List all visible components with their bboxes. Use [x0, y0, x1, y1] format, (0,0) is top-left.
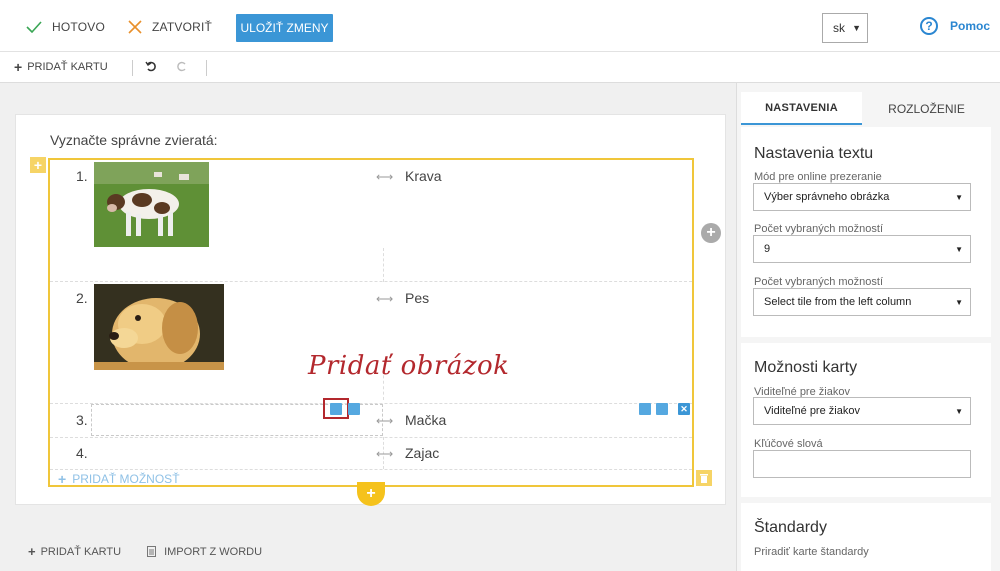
section-title: Nastavenia textu	[754, 145, 874, 162]
dog-picture	[94, 284, 224, 370]
pair-arrow-icon: ⟷	[376, 170, 394, 184]
add-card-button[interactable]: + PRIDAŤ KARTU	[14, 59, 108, 75]
field-label: Počet vybraných možností	[754, 223, 884, 235]
select-value: 9	[764, 243, 771, 255]
save-changes-button[interactable]: ULOŽIŤ ZMENY	[236, 14, 333, 42]
chevron-down-icon: ▼	[852, 23, 861, 33]
answer-text[interactable]: Krava	[405, 168, 442, 184]
answer-text[interactable]: Zajac	[405, 445, 439, 461]
divider	[206, 60, 207, 76]
divider	[132, 60, 133, 76]
undo-icon	[145, 61, 156, 72]
card-options-section: Možnosti karty Viditeľné pre žiakov Vidi…	[741, 343, 991, 497]
question-text[interactable]: Vyznačte správne zvieratá:	[50, 132, 218, 148]
editor-toolbar: + PRIDAŤ KARTU	[0, 52, 1000, 83]
top-bar: HOTOVO ZATVORIŤ ULOŽIŤ ZMENY sk ▼ ? Pomo…	[0, 0, 1000, 52]
add-option-label: PRIDAŤ MOŽNOSŤ	[72, 472, 180, 486]
import-word-button[interactable]: IMPORT Z WORDU	[164, 546, 262, 558]
row-number: 3.	[76, 412, 88, 428]
close-button[interactable]: ZATVORIŤ	[128, 16, 212, 38]
remove-icon[interactable]: ✕	[678, 403, 690, 415]
help-icon: ?	[920, 17, 938, 35]
select-value: Select tile from the left column	[764, 296, 912, 308]
row-divider	[50, 281, 692, 282]
tab-layout[interactable]: ROZLOŽENIE	[862, 92, 991, 125]
field-label: Kľúčové slová	[754, 438, 823, 450]
pair-arrow-icon: ⟷	[376, 414, 394, 428]
language-select[interactable]: sk ▼	[822, 13, 868, 43]
pair-arrow-icon: ⟷	[376, 292, 394, 306]
undo-button[interactable]	[145, 60, 157, 75]
done-button[interactable]: HOTOVO	[26, 16, 105, 38]
tab-settings[interactable]: NASTAVENIA	[741, 92, 862, 125]
standards-section: Štandardy Priradiť karte štandardy	[741, 503, 991, 571]
document-icon	[147, 546, 157, 557]
chevron-down-icon: ▼	[955, 245, 963, 254]
close-label: ZATVORIŤ	[152, 20, 213, 34]
select-value: Výber správneho obrázka	[764, 191, 890, 203]
add-image-icon[interactable]	[639, 403, 651, 415]
plus-icon: +	[58, 471, 67, 487]
view-mode-select[interactable]: Výber správneho obrázka ▼	[753, 183, 971, 211]
card-add-corner-icon[interactable]: +	[30, 157, 46, 173]
field-label: Počet vybraných možností	[754, 276, 884, 288]
section-title: Možnosti karty	[754, 359, 858, 376]
edit-pencil-icon[interactable]	[348, 403, 360, 415]
done-label: HOTOVO	[52, 20, 105, 34]
add-option-button[interactable]: + PRIDAŤ MOŽNOSŤ	[58, 471, 180, 487]
answer-text[interactable]: Pes	[405, 290, 429, 306]
assign-standards-link[interactable]: Priradiť karte štandardy	[754, 546, 869, 558]
answer-text[interactable]: Mačka	[405, 412, 446, 428]
cow-picture	[94, 162, 209, 247]
redo-button[interactable]	[176, 60, 188, 75]
text-settings-section: Nastavenia textu Mód pre online prezeran…	[741, 127, 991, 337]
plus-icon: +	[14, 59, 23, 75]
chevron-down-icon: ▼	[955, 193, 963, 202]
language-value: sk	[833, 21, 845, 35]
row-number: 2.	[76, 290, 88, 306]
edit-pencil-icon[interactable]	[656, 403, 668, 415]
chevron-down-icon: ▼	[955, 298, 963, 307]
tile-select[interactable]: Select tile from the left column ▼	[753, 288, 971, 316]
keywords-input[interactable]	[753, 450, 971, 478]
panel-tabs: NASTAVENIA ROZLOŽENIE	[741, 92, 991, 125]
pair-arrow-icon: ⟷	[376, 447, 394, 461]
redo-icon	[177, 61, 186, 72]
section-title: Štandardy	[754, 519, 827, 536]
row-divider	[50, 437, 692, 438]
row-number: 1.	[76, 168, 88, 184]
field-label: Mód pre online prezeranie	[754, 171, 882, 183]
add-card-label: PRIDAŤ KARTU	[27, 61, 108, 73]
footer-actions: + PRIDAŤ KARTU IMPORT Z WORDU	[28, 544, 262, 559]
row-number: 4.	[76, 445, 88, 461]
dog-image[interactable]	[94, 284, 224, 370]
add-image-highlight	[323, 398, 349, 419]
help-link[interactable]: ? Pomoc	[920, 17, 990, 35]
row-divider	[50, 469, 692, 470]
close-icon	[128, 20, 142, 34]
help-label: Pomoc	[950, 19, 991, 33]
trash-icon[interactable]	[696, 470, 712, 486]
footer-add-card-button[interactable]: PRIDAŤ KARTU	[41, 546, 121, 558]
visibility-select[interactable]: Viditeľné pre žiakov ▼	[753, 397, 971, 425]
column-divider	[383, 248, 384, 282]
chevron-down-icon: ▼	[955, 407, 963, 416]
option-count-select[interactable]: 9 ▼	[753, 235, 971, 263]
cow-image[interactable]	[94, 162, 209, 247]
check-icon	[26, 21, 42, 33]
add-circle-icon[interactable]: +	[701, 223, 721, 243]
select-value: Viditeľné pre žiakov	[764, 405, 860, 417]
add-image-annotation: Pridať obrázok	[308, 351, 510, 381]
plus-icon: +	[28, 544, 36, 559]
